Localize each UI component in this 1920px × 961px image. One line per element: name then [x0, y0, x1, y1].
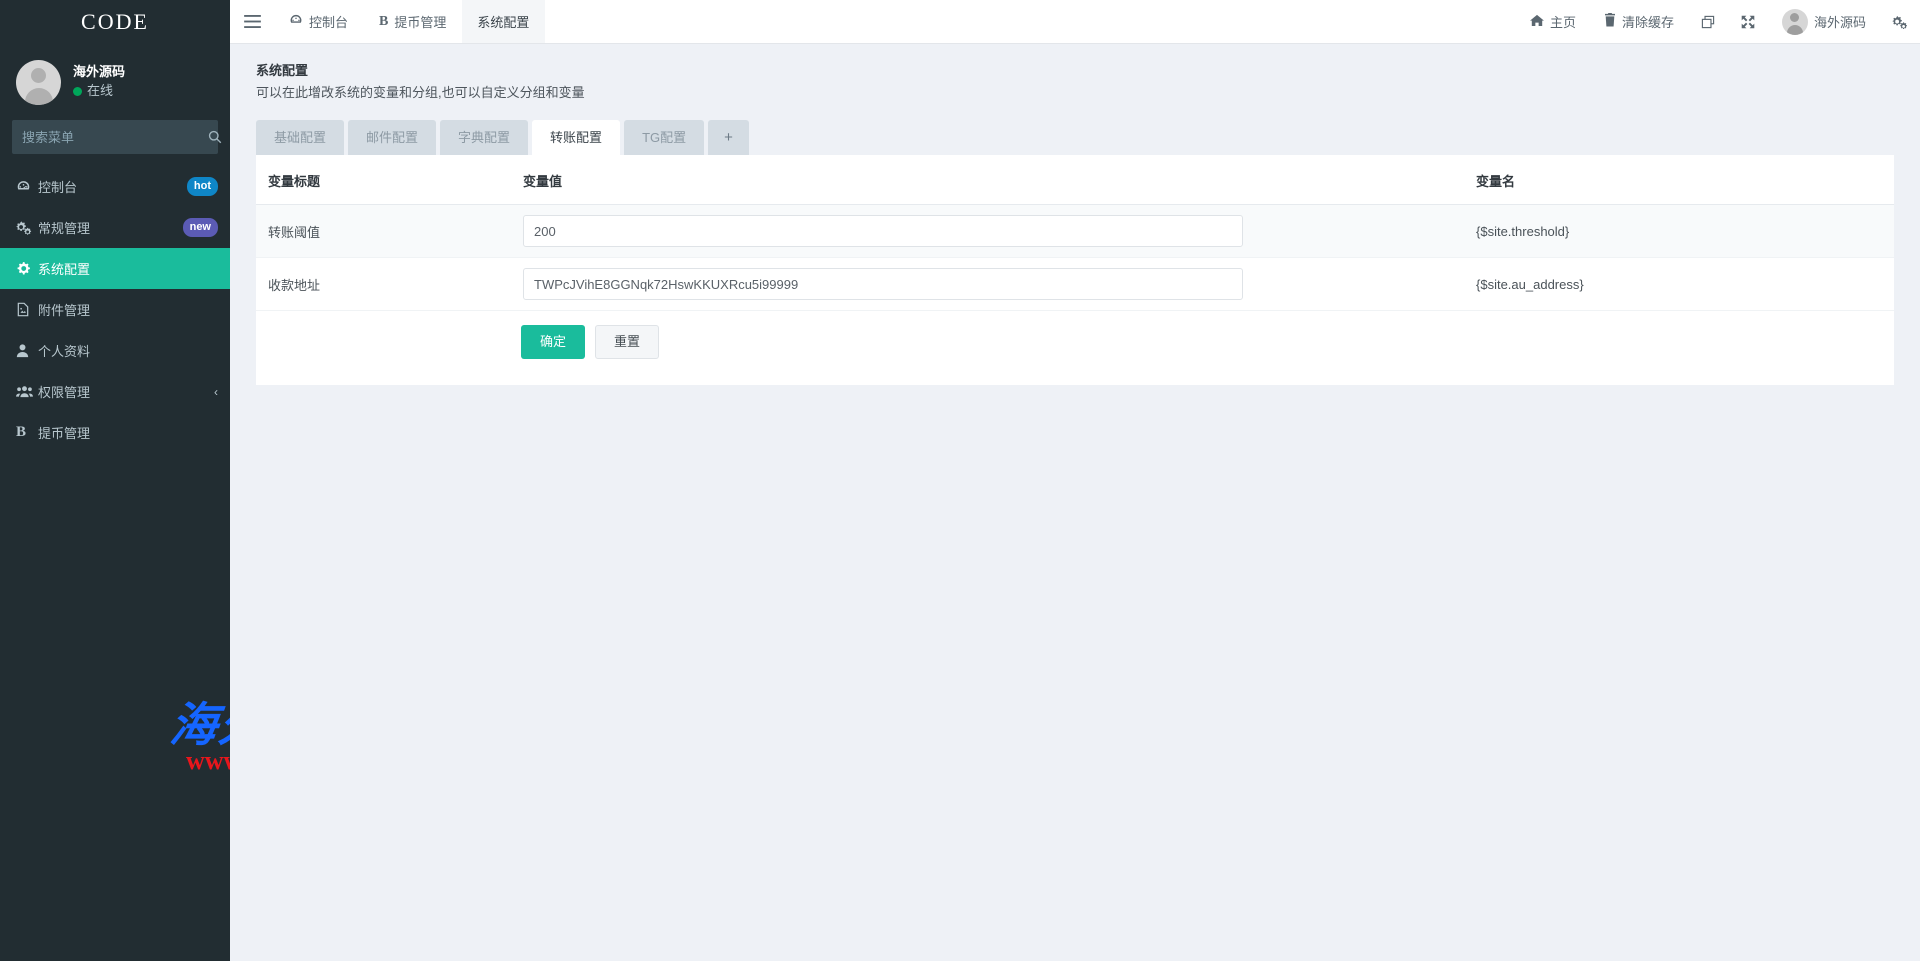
add-tab-button[interactable]: + — [708, 120, 749, 155]
bitcoin-b-icon: B — [16, 424, 38, 441]
trash-icon — [1604, 13, 1616, 30]
table-header-row: 变量标题 变量值 变量名 — [256, 155, 1894, 205]
config-panel: 变量标题 变量值 变量名 转账阈值 {$site.threshold} 收 — [256, 155, 1894, 385]
sidebar: CODE 海外源码 在线 控制 — [0, 0, 230, 961]
sidebar-item-label: 控制台 — [38, 177, 187, 196]
sidebar-item-label: 系统配置 — [38, 259, 218, 278]
dashboard-icon — [289, 13, 303, 30]
tab-tg-config[interactable]: TG配置 — [624, 120, 704, 155]
form-actions: 确定 重置 — [256, 311, 1894, 359]
search-icon[interactable] — [208, 120, 222, 154]
sidebar-item-label: 提币管理 — [38, 423, 218, 442]
user-icon — [16, 343, 38, 358]
sidebar-item-permission-management[interactable]: 权限管理 ‹ — [0, 371, 230, 412]
sidebar-item-withdraw-management[interactable]: B 提币管理 — [0, 412, 230, 453]
page-description: 可以在此增改系统的变量和分组,也可以自定义分组和变量 — [256, 82, 1894, 104]
main-area: 控制台 B 提币管理 系统配置 主页 — [230, 0, 1920, 961]
nav-account-name: 海外源码 — [1814, 12, 1866, 31]
row-variable-name: {$site.au_address} — [1464, 258, 1894, 311]
user-meta: 海外源码 在线 — [73, 63, 125, 101]
address-input[interactable] — [523, 268, 1243, 300]
user-status: 在线 — [73, 81, 125, 101]
row-value-cell — [511, 205, 1464, 258]
watermark-url: www.haiwaiym.com — [186, 746, 230, 776]
table-head: 变量标题 变量值 变量名 — [256, 155, 1894, 205]
navbar-left: 控制台 B 提币管理 系统配置 — [230, 0, 545, 43]
bitcoin-b-icon: B — [379, 14, 388, 30]
tab-basic-config[interactable]: 基础配置 — [256, 120, 344, 155]
tab-mail-config[interactable]: 邮件配置 — [348, 120, 436, 155]
nav-tab-withdraw-management[interactable]: B 提币管理 — [364, 0, 462, 43]
gears-icon[interactable] — [1880, 0, 1920, 43]
page-header: 系统配置 可以在此增改系统的变量和分组,也可以自定义分组和变量 — [244, 44, 1906, 112]
sidebar-item-dashboard[interactable]: 控制台 hot — [0, 166, 230, 207]
hamburger-icon[interactable] — [230, 0, 274, 43]
brand-logo[interactable]: CODE — [0, 0, 230, 44]
nav-account[interactable]: 海外源码 — [1768, 0, 1880, 43]
avatar — [16, 60, 61, 105]
navbar-right: 主页 清除缓存 — [1516, 0, 1920, 43]
search-input[interactable] — [12, 130, 208, 145]
sidebar-item-label: 附件管理 — [38, 300, 218, 319]
table-row: 收款地址 {$site.au_address} — [256, 258, 1894, 311]
avatar-icon — [1782, 9, 1808, 35]
sidebar-item-system-config[interactable]: 系统配置 — [0, 248, 230, 289]
tab-dict-config[interactable]: 字典配置 — [440, 120, 528, 155]
row-title: 转账阈值 — [256, 205, 511, 258]
sidebar-item-general-management[interactable]: 常规管理 new — [0, 207, 230, 248]
badge-new: new — [183, 218, 218, 237]
table-row: 转账阈值 {$site.threshold} — [256, 205, 1894, 258]
user-status-label: 在线 — [87, 81, 113, 101]
nav-action-clear-cache[interactable]: 清除缓存 — [1590, 0, 1688, 43]
config-tabs: 基础配置 邮件配置 字典配置 转账配置 TG配置 + — [244, 112, 1906, 155]
nav-tab-dashboard[interactable]: 控制台 — [274, 0, 364, 43]
gear-icon — [16, 261, 38, 276]
nav-tab-label: 提币管理 — [394, 12, 446, 31]
top-navbar: 控制台 B 提币管理 系统配置 主页 — [230, 0, 1920, 44]
row-title: 收款地址 — [256, 258, 511, 311]
window-restore-icon[interactable] — [1688, 0, 1728, 43]
nav-action-label: 清除缓存 — [1622, 12, 1674, 31]
table-body: 转账阈值 {$site.threshold} 收款地址 {$site.au_ad… — [256, 205, 1894, 311]
nav-tab-label: 系统配置 — [477, 12, 529, 31]
expand-arrows-icon[interactable] — [1728, 0, 1768, 43]
sidebar-search[interactable] — [12, 120, 218, 154]
users-icon — [16, 384, 38, 399]
page-title: 系统配置 — [256, 60, 1894, 82]
site-watermark: 海外源码 www.haiwaiym.com — [170, 703, 230, 776]
watermark-chinese: 海外源码 — [168, 703, 230, 750]
nav-tab-label: 控制台 — [309, 12, 348, 31]
sidebar-item-profile[interactable]: 个人资料 — [0, 330, 230, 371]
nav-tab-system-config[interactable]: 系统配置 — [462, 0, 545, 43]
row-variable-name: {$site.threshold} — [1464, 205, 1894, 258]
sidebar-item-label: 权限管理 — [38, 382, 214, 401]
home-icon — [1530, 14, 1544, 30]
submit-button[interactable]: 确定 — [521, 325, 585, 359]
badge-hot: hot — [187, 177, 218, 196]
chevron-left-icon: ‹ — [214, 385, 218, 399]
nav-action-label: 主页 — [1550, 12, 1576, 31]
gears-icon — [16, 220, 38, 235]
row-value-cell — [511, 258, 1464, 311]
sidebar-item-label: 个人资料 — [38, 341, 218, 360]
file-image-icon — [16, 302, 38, 317]
column-header-variable-name: 变量名 — [1464, 155, 1894, 205]
tab-transfer-config[interactable]: 转账配置 — [532, 120, 620, 155]
online-dot-icon — [73, 87, 82, 96]
nav-action-home[interactable]: 主页 — [1516, 0, 1590, 43]
reset-button[interactable]: 重置 — [595, 325, 659, 359]
user-name: 海外源码 — [73, 63, 125, 81]
dashboard-icon — [16, 179, 38, 194]
user-panel: 海外源码 在线 — [0, 44, 230, 120]
sidebar-item-label: 常规管理 — [38, 218, 183, 237]
sidebar-item-attachment-management[interactable]: 附件管理 — [0, 289, 230, 330]
content-area: 系统配置 可以在此增改系统的变量和分组,也可以自定义分组和变量 基础配置 邮件配… — [230, 44, 1920, 961]
column-header-variable-value: 变量值 — [511, 155, 1464, 205]
config-table: 变量标题 变量值 变量名 转账阈值 {$site.threshold} 收 — [256, 155, 1894, 311]
threshold-input[interactable] — [523, 215, 1243, 247]
sidebar-menu: 控制台 hot 常规管理 new 系统配置 — [0, 166, 230, 453]
column-header-variable-title: 变量标题 — [256, 155, 511, 205]
